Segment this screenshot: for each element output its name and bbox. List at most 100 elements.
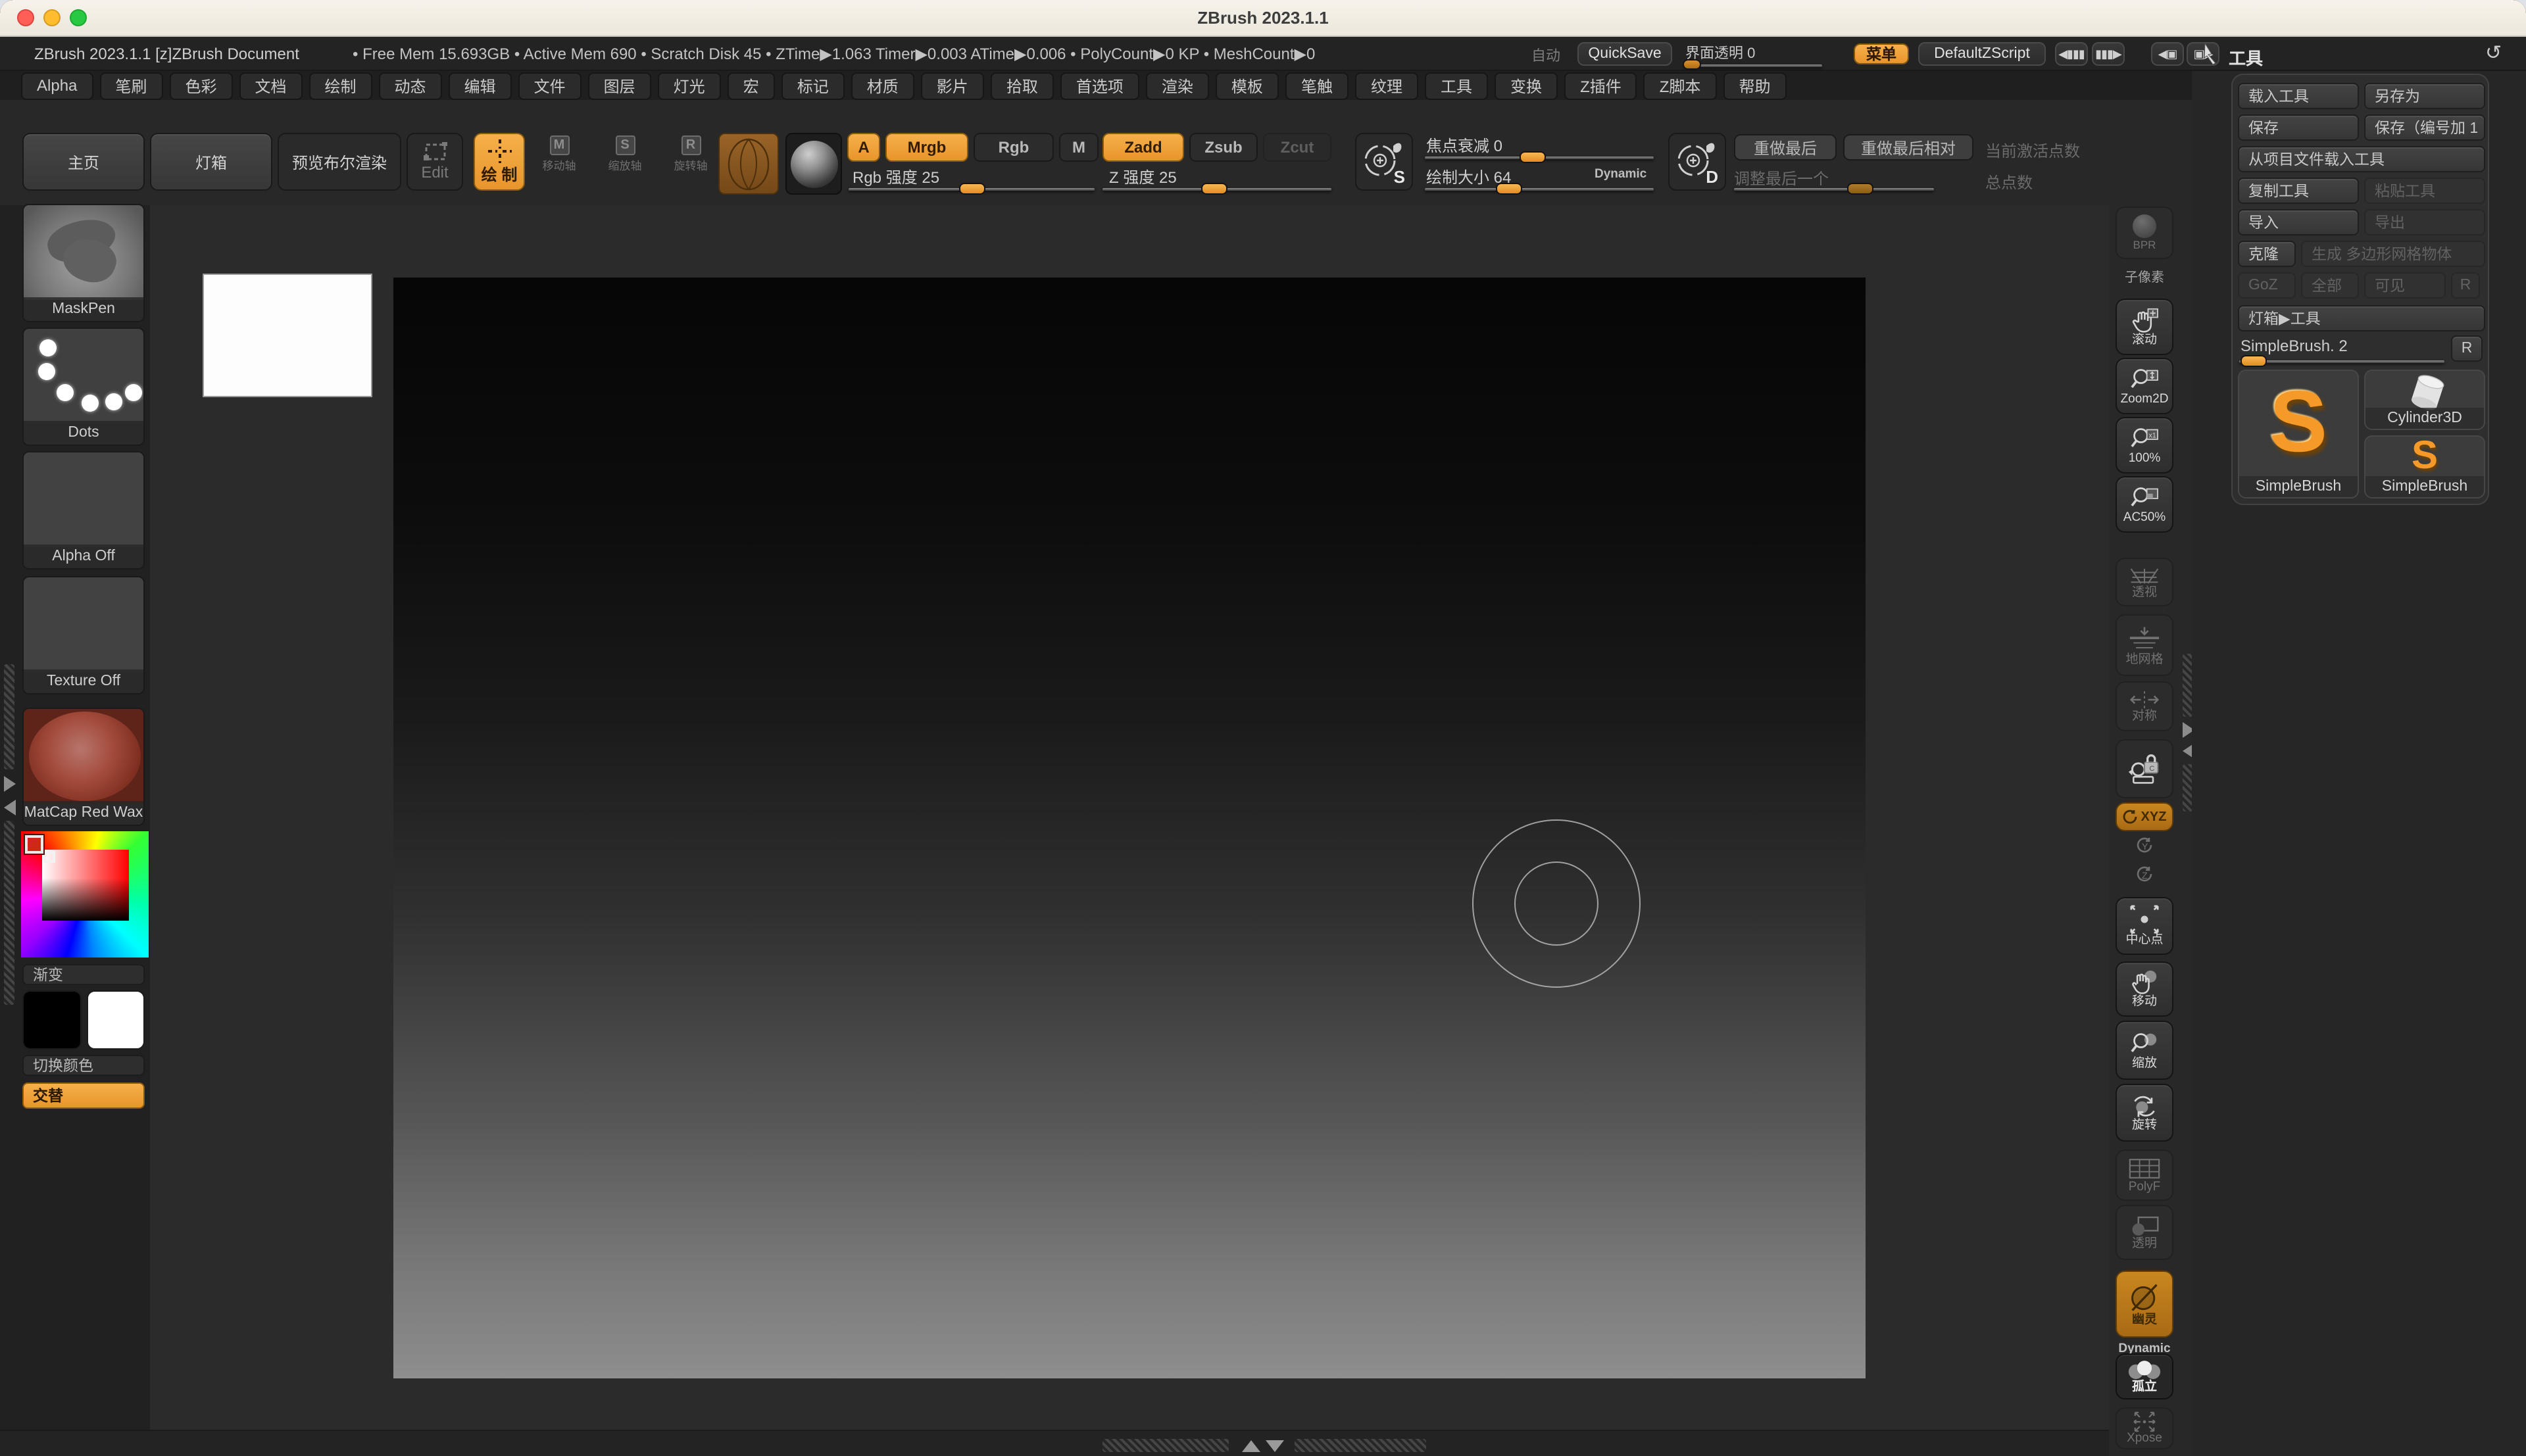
restore-configuration-icon[interactable]: ↺ (2485, 41, 2502, 64)
make-polymesh-button[interactable]: 生成 多边形网格物体 (2301, 241, 2485, 267)
lock-camera-button[interactable]: C (2116, 739, 2173, 798)
adjust-last-slider[interactable] (1734, 188, 1934, 191)
lightbox-tool-button[interactable]: 灯箱▶工具 (2238, 305, 2485, 331)
redo-last-relative-button[interactable]: 重做最后相对 (1843, 134, 1973, 160)
menu-item-movie[interactable]: 影片 (921, 72, 984, 99)
menu-item-picker[interactable]: 拾取 (991, 72, 1054, 99)
goz-button[interactable]: GoZ (2238, 272, 2296, 299)
zsub-button[interactable]: Zsub (1189, 133, 1258, 162)
menu-item-zscript[interactable]: Z脚本 (1644, 72, 1717, 99)
preview-boolean-button[interactable]: 预览布尔渲染 (278, 133, 401, 191)
dynamic-size-label[interactable]: Dynamic (1595, 167, 1647, 182)
alpha-channel-button[interactable]: A (847, 133, 880, 162)
z-intensity-slider[interactable] (1102, 188, 1331, 191)
alternate-color-button[interactable]: 交替 (22, 1082, 145, 1109)
rotate-lock-xyz-button[interactable]: XYZ (2116, 802, 2173, 831)
redo-last-button[interactable]: 重做最后 (1734, 134, 1837, 160)
current-material-preview[interactable] (785, 133, 842, 195)
rgb-channel-button[interactable]: Rgb (974, 133, 1054, 162)
texture-selector[interactable]: Texture Off (22, 576, 145, 694)
polyframe-button[interactable]: PolyF (2116, 1150, 2173, 1201)
menu-item-layer[interactable]: 图层 (588, 72, 651, 99)
scroll-button[interactable]: 滚动 (2116, 299, 2173, 355)
stroke-selector[interactable]: Dots (22, 328, 145, 446)
lightbox-button[interactable]: 灯箱 (150, 133, 272, 191)
menu-item-draw[interactable]: 绘制 (309, 72, 372, 99)
clone-button[interactable]: 克隆 (2238, 241, 2296, 267)
edit-mode-button[interactable]: Edit (407, 133, 463, 191)
menus-toggle-button[interactable]: 菜单 (1854, 43, 1909, 64)
menu-item-zplugin[interactable]: Z插件 (1564, 72, 1637, 99)
left-tray-drag-handle[interactable] (4, 664, 14, 769)
load-tool-button[interactable]: 载入工具 (2238, 83, 2359, 109)
menu-item-file[interactable]: 文件 (518, 72, 582, 99)
m-channel-button[interactable]: M (1059, 133, 1099, 162)
focal-shift-slider[interactable] (1425, 157, 1654, 159)
antialias-half-button[interactable]: AC50% (2116, 476, 2173, 533)
tool-item-cylinder3d[interactable]: Cylinder3D (2364, 370, 2485, 430)
switch-color-button[interactable]: 切换颜色 (22, 1055, 145, 1076)
main-color-swatch[interactable] (22, 990, 82, 1050)
frame-center-button[interactable]: 中心点 (2116, 897, 2173, 955)
transparent-button[interactable]: 透明 (2116, 1205, 2173, 1260)
solo-button[interactable]: 孤立 (2116, 1353, 2173, 1399)
scale-gyro-button[interactable]: S 缩放轴 (605, 135, 645, 174)
zscript-button[interactable]: DefaultZScript (1918, 42, 2046, 66)
material-selector[interactable]: MatCap Red Wax (22, 708, 145, 826)
menu-item-light[interactable]: 灯光 (658, 72, 721, 99)
load-from-project-button[interactable]: 从项目文件载入工具 (2238, 146, 2485, 172)
move-canvas-button[interactable]: 移动 (2116, 961, 2173, 1017)
zadd-button[interactable]: Zadd (1102, 133, 1184, 162)
save-as-button[interactable]: 另存为 (2364, 83, 2485, 109)
goz-all-button[interactable]: 全部 (2301, 272, 2359, 299)
zoom2d-button[interactable]: Zoom2D (2116, 358, 2173, 414)
tool-item-simplebrush-large[interactable]: S SimpleBrush (2238, 370, 2359, 498)
slide-right-tray-icon[interactable]: ▮▮▮▶ (2092, 42, 2125, 66)
ghost-transparency-button[interactable]: 幽灵 (2116, 1271, 2173, 1338)
symmetry-button[interactable]: 对称 (2116, 681, 2173, 731)
dynamic-mode-button[interactable]: D (1668, 133, 1726, 191)
gradient-button[interactable]: 渐变 (22, 964, 145, 985)
rotate-lock-y-button[interactable]: Y (2116, 837, 2173, 860)
tool-item-simplebrush-small[interactable]: S SimpleBrush (2364, 435, 2485, 498)
rgb-intensity-slider[interactable] (849, 188, 1095, 191)
menu-item-edit[interactable]: 编辑 (449, 72, 512, 99)
document-preview-thumbnail[interactable] (203, 274, 372, 397)
size-mode-button[interactable]: S (1355, 133, 1413, 191)
active-tool-slider[interactable] (2239, 360, 2444, 363)
save-button[interactable]: 保存 (2238, 114, 2359, 141)
brush-selector[interactable]: MaskPen (22, 204, 145, 322)
menu-item-dynamics[interactable]: 动态 (379, 72, 442, 99)
goz-r-button[interactable]: R (2451, 272, 2480, 299)
menu-item-macro[interactable]: 宏 (728, 72, 775, 99)
saturation-square[interactable] (42, 850, 129, 921)
floor-grid-button[interactable]: 地网格 (2116, 614, 2173, 676)
perspective-button[interactable]: 透视 (2116, 558, 2173, 606)
menu-item-help[interactable]: 帮助 (1723, 72, 1786, 99)
dock-left-palette-icon[interactable]: ◀▣ (2151, 42, 2184, 66)
xpose-button[interactable]: Xpose (2116, 1407, 2173, 1449)
menu-item-marker[interactable]: 标记 (781, 72, 845, 99)
left-tray-expand-icon[interactable] (4, 776, 16, 792)
copy-tool-button[interactable]: 复制工具 (2238, 178, 2359, 204)
home-button[interactable]: 主页 (22, 133, 145, 191)
slide-left-tray-icon[interactable]: ◀▮▮▮ (2055, 42, 2088, 66)
bottom-tray-drag-handle-right[interactable] (1295, 1439, 1426, 1452)
draw-mode-button[interactable]: 绘 制 (474, 133, 525, 191)
document-workspace[interactable] (150, 205, 2109, 1430)
export-button[interactable]: 导出 (2364, 209, 2485, 235)
tool-r-button[interactable]: R (2451, 335, 2483, 362)
document-canvas[interactable] (393, 278, 1866, 1378)
secondary-color-swatch[interactable] (87, 990, 145, 1050)
paste-tool-button[interactable]: 粘贴工具 (2364, 178, 2485, 204)
actual-size-button[interactable]: x1 100% (2116, 417, 2173, 473)
menu-item-color[interactable]: 色彩 (169, 72, 232, 99)
bottom-tray-collapse-icon[interactable] (1266, 1440, 1284, 1452)
bpr-render-button[interactable]: BPR (2116, 206, 2173, 259)
goz-visible-button[interactable]: 可见 (2364, 272, 2446, 299)
menu-item-stroke[interactable]: 笔触 (1285, 72, 1349, 99)
left-tray-collapse-icon[interactable] (4, 800, 16, 815)
move-gyro-button[interactable]: M 移动轴 (539, 135, 579, 174)
menu-item-stencil[interactable]: 模板 (1216, 72, 1279, 99)
ui-opacity-slider[interactable] (1684, 64, 1822, 67)
